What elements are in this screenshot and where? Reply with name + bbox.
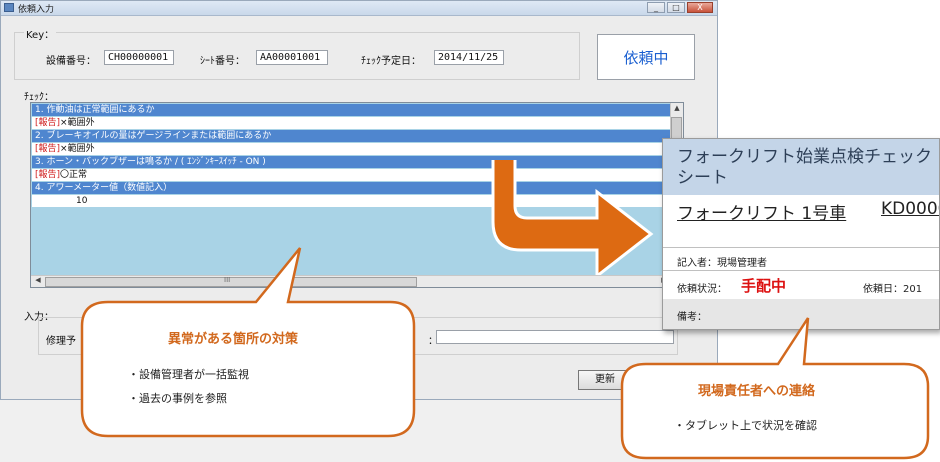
key-group-label: Key： (24, 26, 57, 41)
check-label: ﾁｪｯｸ： (24, 92, 54, 103)
title-bar[interactable]: 依頼入力 _ □ X (1, 1, 717, 16)
equipment-number-label: 設備番号： (46, 56, 96, 67)
tablet-id: KD0000 (881, 199, 939, 219)
tablet-status-label: 依頼状況： (677, 284, 727, 295)
scroll-left-icon[interactable]: ◀ (33, 276, 43, 285)
report-tag: [報告] (35, 118, 61, 128)
report-tag: [報告] (35, 170, 61, 180)
app-icon (4, 3, 14, 12)
tablet-subtitle: フォークリフト 1号車 (677, 204, 847, 224)
tablet-writer: 記入者：現場管理者 (677, 258, 767, 269)
check-answer: 10 (76, 196, 88, 206)
window-controls: _ □ X (647, 2, 713, 13)
check-question[interactable]: 1. 作動油は正常範囲にあるか (32, 104, 672, 116)
divider (663, 247, 939, 248)
sheet-number-label: ｼｰﾄ番号： (200, 56, 245, 67)
callout-right-item: ・タブレット上で状況を確認 (674, 419, 817, 432)
tablet-header: フォークリフト始業点検チェック シート (663, 139, 939, 195)
status-badge: 依頼中 (597, 34, 695, 80)
check-answer-row[interactable]: [報告]×範囲外 (32, 117, 672, 129)
equipment-number-field[interactable]: CH00000001 (104, 50, 174, 65)
scroll-up-icon[interactable]: ▲ (672, 104, 682, 113)
check-answer: 〇正常 (60, 170, 88, 180)
report-tag: [報告] (35, 144, 61, 154)
check-question[interactable]: 2. ブレーキオイルの量はゲージラインまたは範囲にあるか (32, 130, 672, 142)
check-date-label: ﾁｪｯｸ予定日： (361, 56, 421, 67)
tablet-screen: フォークリフト始業点検チェック シート フォークリフト 1号車 KD0000 記… (662, 138, 940, 330)
check-answer: ×範囲外 (60, 118, 95, 128)
check-answer: ×範囲外 (60, 144, 95, 154)
check-date-field[interactable]: 2014/11/25 (434, 50, 504, 65)
sheet-number-field[interactable]: AA00001001 (256, 50, 328, 65)
tablet-status-value: 手配中 (741, 277, 787, 295)
callout-left-item: ・過去の事例を参照 (128, 392, 227, 405)
tablet-title: フォークリフト始業点検チェック シート (677, 147, 932, 188)
repair-label: 修理予 (46, 336, 76, 347)
callout-right-title: 現場責任者への連絡 (698, 384, 816, 399)
tablet-date: 依頼日：201 (863, 284, 923, 295)
callout-left-item: ・設備管理者が一括監視 (128, 368, 249, 381)
window-title: 依頼入力 (18, 5, 55, 15)
minimize-button[interactable]: _ (647, 2, 665, 13)
close-button[interactable]: X (687, 2, 713, 13)
divider (663, 270, 939, 271)
arrow-right-icon (491, 160, 654, 275)
callout-left-title: 異常がある箇所の対策 (168, 332, 299, 347)
maximize-button[interactable]: □ (667, 2, 685, 13)
callout-right: 現場責任者への連絡 ・タブレット上で状況を確認 (618, 314, 932, 460)
check-answer-row[interactable]: [報告]×範囲外 (32, 143, 672, 155)
callout-left: 異常がある箇所の対策 ・設備管理者が一括監視 ・過去の事例を参照 (78, 232, 420, 440)
